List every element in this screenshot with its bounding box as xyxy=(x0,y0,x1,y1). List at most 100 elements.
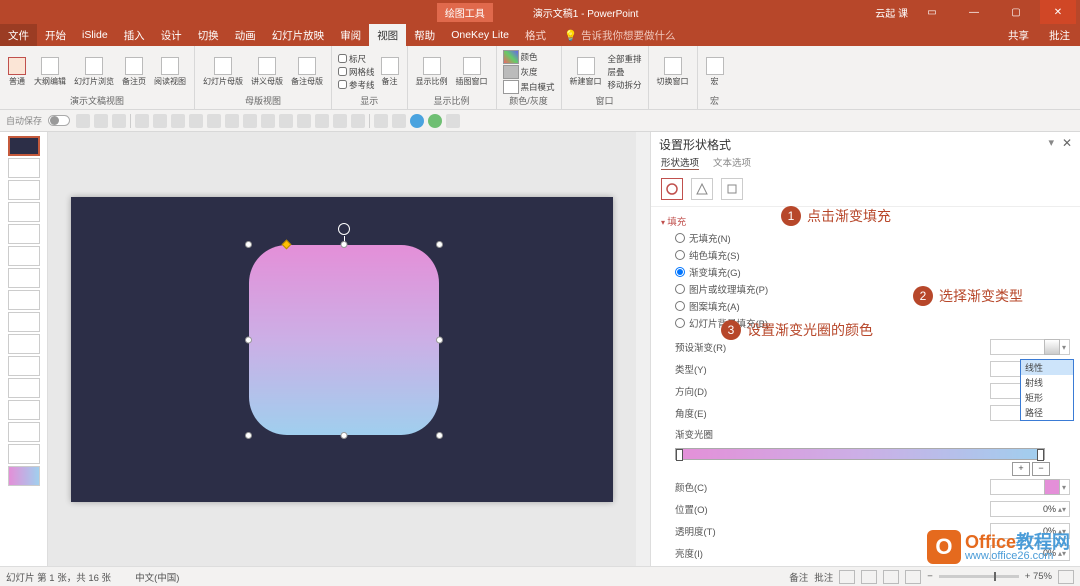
qat-icon[interactable] xyxy=(333,114,347,128)
fit-to-window-icon[interactable] xyxy=(1058,570,1074,584)
vertical-scrollbar[interactable] xyxy=(636,132,650,566)
qat-icon[interactable] xyxy=(243,114,257,128)
fill-solid-radio[interactable]: 纯色填充(S) xyxy=(675,248,1070,262)
undo-icon[interactable] xyxy=(94,114,108,128)
comments-button-status[interactable]: 批注 xyxy=(814,570,833,584)
dropdown-option[interactable]: 线性 xyxy=(1021,360,1073,375)
remove-stop-button[interactable]: − xyxy=(1032,462,1050,476)
resize-handle[interactable] xyxy=(245,432,252,439)
menu-transitions[interactable]: 切换 xyxy=(190,24,227,46)
shape-options-tab[interactable]: 形状选项 xyxy=(661,155,699,170)
stop-color-dropdown[interactable]: ▾ xyxy=(990,479,1070,495)
qat-icon[interactable] xyxy=(207,114,221,128)
qat-icon[interactable] xyxy=(428,114,442,128)
menu-animations[interactable]: 动画 xyxy=(227,24,264,46)
rounded-rectangle-shape[interactable] xyxy=(249,245,439,435)
pane-menu-icon[interactable]: ▾ xyxy=(1048,136,1054,149)
text-options-tab[interactable]: 文本选项 xyxy=(713,155,751,170)
reading-view-icon[interactable] xyxy=(883,570,899,584)
qat-icon[interactable] xyxy=(446,114,460,128)
slide-thumbnail[interactable] xyxy=(8,422,40,442)
slide-thumbnail[interactable] xyxy=(8,136,40,156)
handout-master-button[interactable]: 讲义母版 xyxy=(249,55,285,89)
close-pane-icon[interactable]: ✕ xyxy=(1062,136,1072,150)
slide-thumbnail[interactable] xyxy=(8,466,40,486)
preset-gradient-dropdown[interactable]: ▾ xyxy=(990,339,1070,355)
slide-thumbnail[interactable] xyxy=(8,444,40,464)
guides-checkbox[interactable]: 参考线 xyxy=(338,79,375,91)
qat-icon[interactable] xyxy=(279,114,293,128)
qat-icon[interactable] xyxy=(171,114,185,128)
qat-icon[interactable] xyxy=(315,114,329,128)
selected-shape[interactable] xyxy=(249,245,439,435)
slide-thumbnail[interactable] xyxy=(8,400,40,420)
resize-handle[interactable] xyxy=(245,336,252,343)
menu-design[interactable]: 设计 xyxy=(153,24,190,46)
new-window-button[interactable]: 新建窗口 xyxy=(568,55,604,89)
menu-view[interactable]: 视图 xyxy=(369,24,406,46)
qat-icon[interactable] xyxy=(153,114,167,128)
fill-pattern-radio[interactable]: 图案填充(A) xyxy=(675,299,1070,313)
user-name[interactable]: 云起 课 xyxy=(875,5,908,20)
qat-icon[interactable] xyxy=(351,114,365,128)
slide-thumbnail[interactable] xyxy=(8,378,40,398)
slide-thumbnail[interactable] xyxy=(8,268,40,288)
menu-help[interactable]: 帮助 xyxy=(406,24,443,46)
fill-picture-radio[interactable]: 图片或纹理填充(P) xyxy=(675,282,1070,296)
menu-insert[interactable]: 插入 xyxy=(116,24,153,46)
slide-thumbnail[interactable] xyxy=(8,334,40,354)
save-icon[interactable] xyxy=(76,114,90,128)
fill-gradient-radio[interactable]: 渐变填充(G) xyxy=(675,265,1070,279)
normal-view-icon[interactable] xyxy=(839,570,855,584)
zoom-button[interactable]: 显示比例 xyxy=(414,55,450,89)
slide-thumbnail[interactable] xyxy=(8,202,40,222)
menu-slideshow[interactable]: 幻灯片放映 xyxy=(264,24,333,46)
maximize-icon[interactable]: ▢ xyxy=(998,0,1034,24)
qat-icon[interactable] xyxy=(410,114,424,128)
share-button[interactable]: 共享 xyxy=(998,24,1039,46)
slide-thumbnail[interactable] xyxy=(8,224,40,244)
fill-line-icon[interactable] xyxy=(661,178,683,200)
autosave-toggle[interactable] xyxy=(48,115,70,126)
zoom-level[interactable]: + 75% xyxy=(1025,571,1052,582)
ruler-checkbox[interactable]: 标尺 xyxy=(338,53,375,65)
slideshow-view-icon[interactable] xyxy=(905,570,921,584)
view-sorter-button[interactable]: 幻灯片浏览 xyxy=(72,55,116,89)
view-notes-button[interactable]: 备注页 xyxy=(120,55,148,89)
slide-thumbnail[interactable] xyxy=(8,246,40,266)
view-reading-button[interactable]: 阅读视图 xyxy=(152,55,188,89)
resize-handle[interactable] xyxy=(341,432,348,439)
fit-window-button[interactable]: 插图窗口 xyxy=(454,55,490,89)
tell-me-search[interactable]: 💡 告诉我你想要做什么 xyxy=(564,24,676,46)
slide-thumbnail[interactable] xyxy=(8,180,40,200)
slide-thumbnail[interactable] xyxy=(8,356,40,376)
dropdown-option[interactable]: 路径 xyxy=(1021,405,1073,420)
qat-icon[interactable] xyxy=(261,114,275,128)
qat-icon[interactable] xyxy=(374,114,388,128)
dropdown-option[interactable]: 矩形 xyxy=(1021,390,1073,405)
language-label[interactable]: 中文(中国) xyxy=(135,570,179,584)
slide-thumbnail[interactable] xyxy=(8,290,40,310)
gradient-stop[interactable] xyxy=(676,449,683,461)
dropdown-option[interactable]: 射线 xyxy=(1021,375,1073,390)
qat-icon[interactable] xyxy=(189,114,203,128)
add-stop-button[interactable]: + xyxy=(1012,462,1030,476)
gradient-type-dropdown-list[interactable]: 线性 射线 矩形 路径 xyxy=(1020,359,1074,421)
view-outline-button[interactable]: 大纲编辑 xyxy=(32,55,68,89)
qat-icon[interactable] xyxy=(392,114,406,128)
resize-handle[interactable] xyxy=(436,241,443,248)
qat-icon[interactable] xyxy=(297,114,311,128)
resize-handle[interactable] xyxy=(245,241,252,248)
switch-window-button[interactable]: 切换窗口 xyxy=(655,55,691,89)
redo-icon[interactable] xyxy=(112,114,126,128)
slide-thumbnail[interactable] xyxy=(8,158,40,178)
fill-section-header[interactable]: 填充 xyxy=(661,211,1070,231)
resize-handle[interactable] xyxy=(341,241,348,248)
zoom-slider[interactable] xyxy=(939,575,1019,578)
slide-master-button[interactable]: 幻灯片母版 xyxy=(201,55,245,89)
notes-button[interactable]: 备注 xyxy=(789,570,808,584)
notes-master-button[interactable]: 备注母版 xyxy=(289,55,325,89)
sorter-view-icon[interactable] xyxy=(861,570,877,584)
macros-button[interactable]: 宏 xyxy=(704,55,726,89)
menu-onekey[interactable]: OneKey Lite xyxy=(443,24,517,46)
